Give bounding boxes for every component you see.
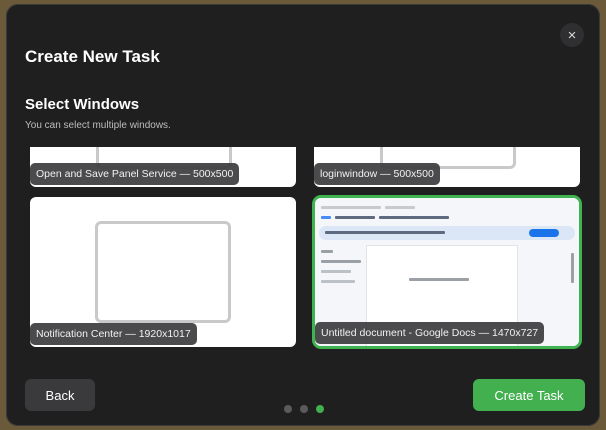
- create-task-dialog: × Create New Task Select Windows You can…: [6, 4, 600, 426]
- close-icon: ×: [567, 26, 577, 44]
- create-task-button[interactable]: Create Task: [473, 379, 585, 411]
- window-card-selected[interactable]: Untitled document - Google Docs — 1470x7…: [315, 198, 579, 346]
- window-label: Untitled document - Google Docs — 1470x7…: [315, 322, 545, 344]
- page-dot: [300, 405, 308, 413]
- page-dot-active: [316, 405, 324, 413]
- page-dot: [284, 405, 292, 413]
- window-card[interactable]: loginwindow — 500x500: [314, 147, 580, 187]
- window-thumbnail: [95, 221, 231, 323]
- window-card[interactable]: Notification Center — 1920x1017: [30, 197, 296, 347]
- section-subtitle: You can select multiple windows.: [25, 120, 171, 131]
- section-title: Select Windows: [25, 96, 140, 113]
- window-label: Open and Save Panel Service — 500x500: [30, 163, 240, 185]
- page-indicator: [284, 405, 324, 413]
- window-label: loginwindow — 500x500: [314, 163, 440, 185]
- close-button[interactable]: ×: [560, 23, 584, 47]
- dialog-title: Create New Task: [25, 47, 160, 66]
- window-card[interactable]: Open and Save Panel Service — 500x500: [30, 147, 296, 187]
- window-label: Notification Center — 1920x1017: [30, 323, 197, 345]
- back-button[interactable]: Back: [25, 379, 95, 411]
- windows-grid[interactable]: Open and Save Panel Service — 500x500 lo…: [6, 147, 600, 349]
